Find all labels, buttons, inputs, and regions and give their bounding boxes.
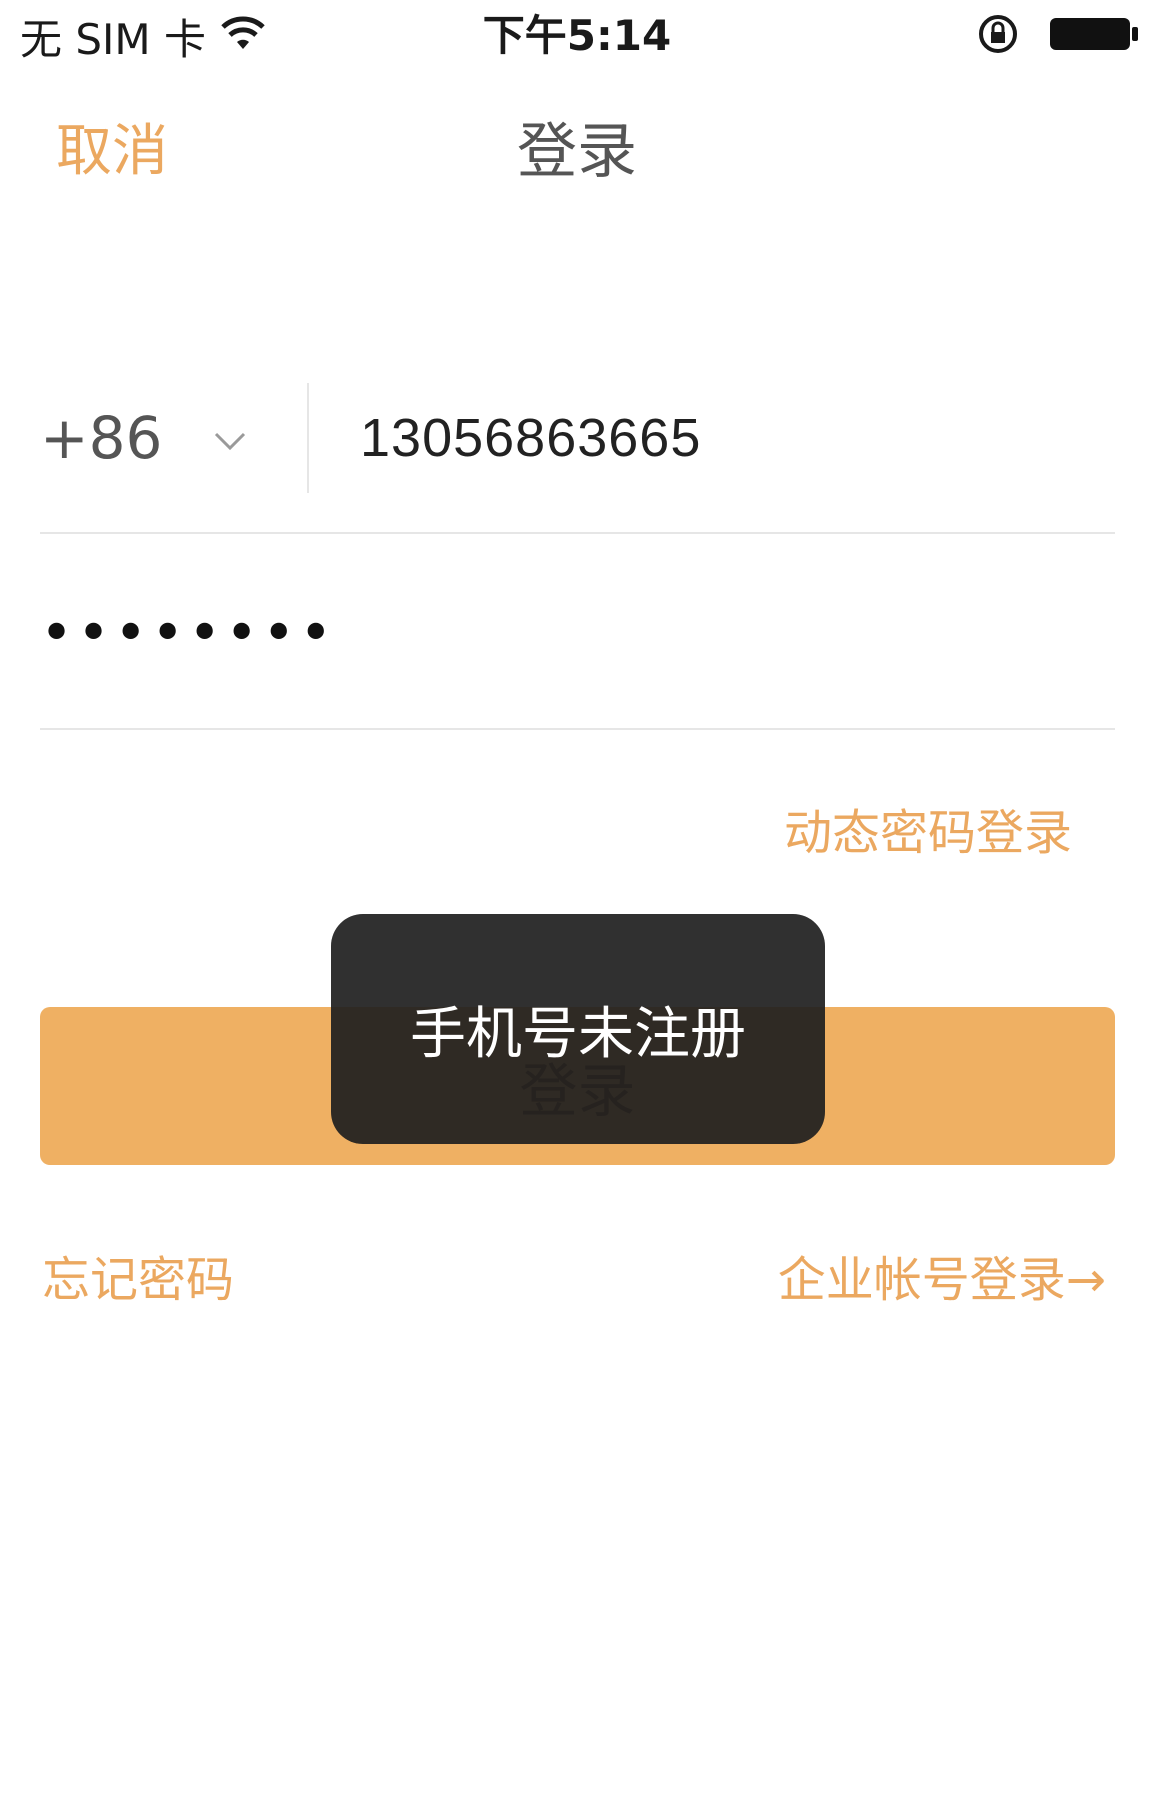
password-input[interactable]: •••••••• <box>40 594 336 674</box>
enterprise-login-link[interactable]: 企业帐号登录→ <box>778 1245 1106 1315</box>
chevron-down-icon[interactable] <box>210 420 250 460</box>
phone-input[interactable]: 13056863665 <box>360 398 701 478</box>
password-underline <box>40 728 1115 730</box>
rotation-lock-icon <box>976 12 1020 60</box>
phone-underline <box>40 532 1115 534</box>
country-code-divider <box>307 383 309 493</box>
dynamic-password-login-link[interactable]: 动态密码登录 <box>784 798 1072 868</box>
error-toast: 手机号未注册 <box>331 914 825 1144</box>
forgot-password-link[interactable]: 忘记密码 <box>42 1245 234 1315</box>
status-right-icons <box>976 8 1140 64</box>
toast-message: 手机号未注册 <box>410 1001 746 1067</box>
country-code-selector[interactable]: +86 <box>40 398 162 478</box>
battery-icon <box>1048 14 1140 58</box>
page-title: 登录 <box>517 117 637 187</box>
